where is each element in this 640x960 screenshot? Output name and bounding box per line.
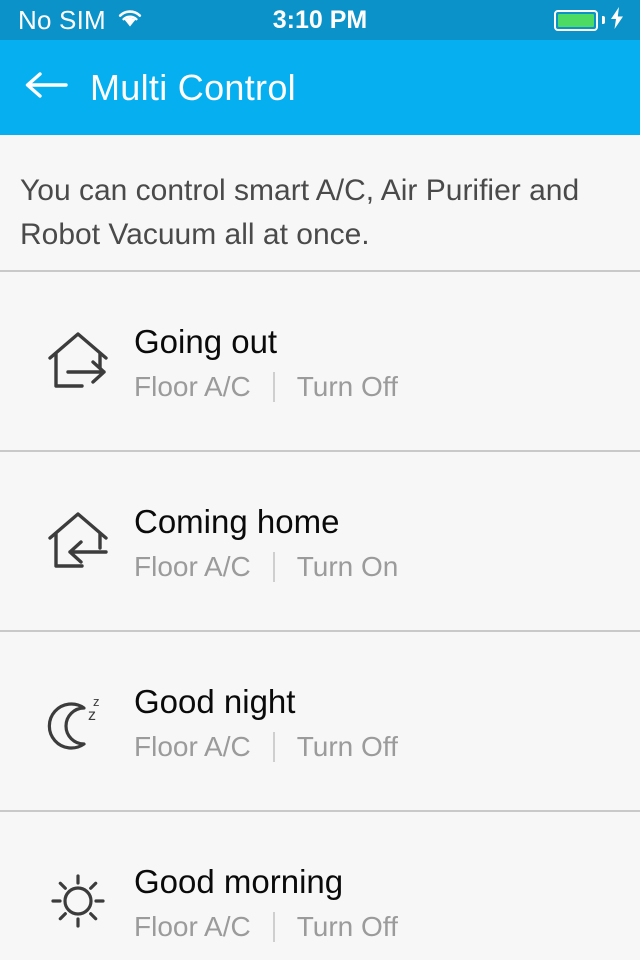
moon-sleep-icon: z z xyxy=(22,688,134,754)
list-item-device: Floor A/C xyxy=(134,730,251,762)
list-item[interactable]: Good morning Floor A/C Turn Off xyxy=(0,812,640,960)
list-item-action: Turn Off xyxy=(296,370,398,402)
lightning-bolt-icon xyxy=(608,6,626,35)
list-item-text: Good morning Floor A/C Turn Off xyxy=(134,861,398,942)
list-item-subtitle: Floor A/C Turn Off xyxy=(134,910,398,942)
list-item[interactable]: z z Good night Floor A/C Turn Off xyxy=(0,632,640,810)
list-item[interactable]: Going out Floor A/C Turn Off xyxy=(0,272,640,450)
list-item[interactable]: Coming home Floor A/C Turn On xyxy=(0,452,640,630)
list-item-action: Turn Off xyxy=(296,910,398,942)
wifi-icon xyxy=(116,7,144,34)
list-item-title: Good night xyxy=(134,682,296,720)
subtitle-separator xyxy=(272,371,275,402)
sun-icon xyxy=(22,868,134,934)
page-title: Multi Control xyxy=(90,66,296,108)
status-bar-left: No SIM xyxy=(0,7,144,34)
navigation-bar: Multi Control xyxy=(0,40,640,135)
list-item-subtitle: Floor A/C Turn Off xyxy=(134,730,398,762)
list-item-device: Floor A/C xyxy=(134,370,251,402)
svg-text:z: z xyxy=(88,707,96,724)
battery-full-icon xyxy=(554,9,598,31)
carrier-label: No SIM xyxy=(18,5,106,35)
back-arrow-icon[interactable] xyxy=(24,68,68,107)
list-item-title: Good morning xyxy=(134,862,344,900)
house-arrow-out-icon xyxy=(22,328,134,394)
status-bar: No SIM 3:10 PM xyxy=(0,0,640,40)
list-item-device: Floor A/C xyxy=(134,910,251,942)
subtitle-separator xyxy=(272,731,275,762)
description-text: You can control smart A/C, Air Purifier … xyxy=(20,174,580,251)
list-item-text: Going out Floor A/C Turn Off xyxy=(134,321,398,402)
list-item-title: Coming home xyxy=(134,502,340,540)
list-item-subtitle: Floor A/C Turn On xyxy=(134,550,399,582)
battery-cap xyxy=(602,16,605,24)
battery-fill xyxy=(558,13,594,27)
subtitle-separator xyxy=(272,911,275,942)
house-arrow-in-icon xyxy=(22,508,134,574)
subtitle-separator xyxy=(272,551,275,582)
status-bar-right xyxy=(554,6,640,35)
list-item-title: Going out xyxy=(134,322,278,360)
list-item-text: Good night Floor A/C Turn Off xyxy=(134,681,398,762)
list-item-device: Floor A/C xyxy=(134,550,251,582)
list-item-action: Turn On xyxy=(296,550,399,582)
list-item-text: Coming home Floor A/C Turn On xyxy=(134,501,398,582)
app-screen: No SIM 3:10 PM Multi Control You can con… xyxy=(0,0,640,960)
list-item-action: Turn Off xyxy=(296,730,398,762)
list-item-subtitle: Floor A/C Turn Off xyxy=(134,370,398,402)
